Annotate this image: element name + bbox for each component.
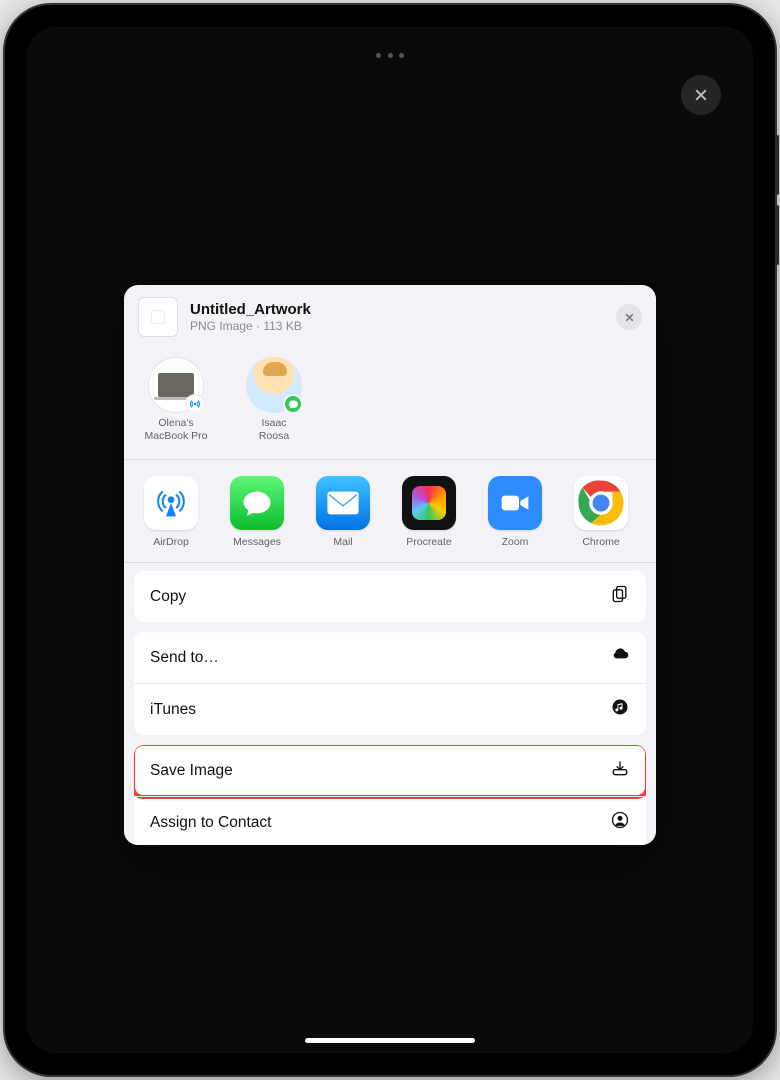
app-airdrop[interactable]: AirDrop: [140, 476, 202, 548]
app-label: Procreate: [406, 536, 452, 548]
share-sheet: Untitled_Artwork PNG Image · 113 KB Olen…: [124, 285, 656, 845]
share-sheet-close-button[interactable]: [616, 304, 642, 330]
itunes-icon: [610, 697, 630, 722]
app-label: Messages: [233, 536, 281, 548]
avatar: [246, 357, 302, 413]
app-label: Zoom: [502, 536, 529, 548]
app-zoom[interactable]: Zoom: [484, 476, 546, 548]
screen: Untitled_Artwork PNG Image · 113 KB Olen…: [27, 27, 753, 1053]
messages-badge-icon: [283, 394, 303, 414]
download-icon: [610, 758, 630, 783]
app-procreate[interactable]: Procreate: [398, 476, 460, 548]
chrome-icon: [574, 476, 628, 530]
close-icon: [624, 312, 635, 323]
volume-up-button[interactable]: [775, 135, 779, 195]
contact-label: Olena'sMacBook Pro: [144, 417, 207, 443]
procreate-icon: [402, 476, 456, 530]
messages-icon: [230, 476, 284, 530]
action-label: iTunes: [150, 701, 196, 719]
app-messages[interactable]: Messages: [226, 476, 288, 548]
share-sheet-header: Untitled_Artwork PNG Image · 113 KB: [124, 285, 656, 351]
mail-icon: [316, 476, 370, 530]
action-assign-to-contact[interactable]: Assign to Contact: [134, 796, 646, 845]
action-copy[interactable]: Copy: [134, 571, 646, 622]
action-itunes[interactable]: iTunes: [134, 683, 646, 735]
actions-list: Copy Send to… iTunes: [124, 563, 656, 845]
close-button[interactable]: [681, 75, 721, 115]
airdrop-badge-icon: [185, 394, 205, 414]
app-label: Mail: [333, 536, 352, 548]
messages-contact[interactable]: IsaacRoosa: [238, 357, 310, 443]
volume-down-button[interactable]: [775, 205, 779, 265]
file-subtitle: PNG Image · 113 KB: [190, 319, 604, 333]
action-save-image[interactable]: Save Image: [134, 745, 646, 796]
app-label: AirDrop: [153, 536, 189, 548]
airdrop-icon: [144, 476, 198, 530]
cloud-icon: [610, 645, 630, 670]
contact-icon: [610, 810, 630, 835]
airdrop-target-macbook[interactable]: Olena'sMacBook Pro: [140, 357, 212, 443]
file-info: Untitled_Artwork PNG Image · 113 KB: [190, 301, 604, 333]
app-mail[interactable]: Mail: [312, 476, 374, 548]
zoom-icon: [488, 476, 542, 530]
multitask-indicator[interactable]: [376, 53, 404, 58]
action-label: Assign to Contact: [150, 814, 271, 832]
file-thumbnail: [138, 297, 178, 337]
action-label: Copy: [150, 588, 186, 606]
action-send-to[interactable]: Send to…: [134, 632, 646, 683]
contact-label: IsaacRoosa: [259, 417, 289, 443]
airdrop-contacts-row: Olena'sMacBook Pro IsaacRoosa: [124, 351, 656, 460]
home-indicator[interactable]: [305, 1038, 475, 1043]
action-label: Send to…: [150, 649, 219, 667]
close-icon: [693, 87, 709, 103]
app-chrome[interactable]: Chrome: [570, 476, 632, 548]
app-label: Chrome: [582, 536, 619, 548]
ipad-frame: Untitled_Artwork PNG Image · 113 KB Olen…: [5, 5, 775, 1075]
app-share-row[interactable]: AirDrop Messages Mail Procreate: [124, 460, 656, 563]
action-label: Save Image: [150, 762, 233, 780]
file-name: Untitled_Artwork: [190, 301, 604, 318]
macbook-icon: [158, 373, 194, 397]
copy-icon: [610, 584, 630, 609]
avatar: [148, 357, 204, 413]
